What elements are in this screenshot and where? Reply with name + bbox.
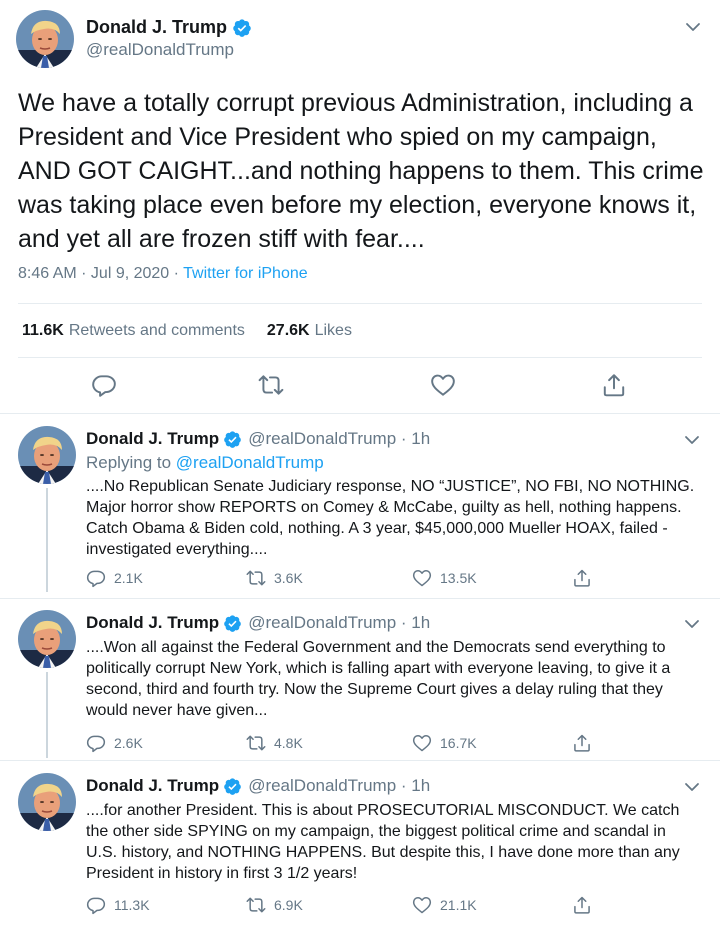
reply-icon xyxy=(86,895,106,915)
author-handle[interactable]: @realDonaldTrump xyxy=(86,40,234,60)
action-bar: 11.3K 6.9K 21.1K xyxy=(86,895,686,917)
author-name[interactable]: Donald J. Trump xyxy=(86,429,219,449)
share-button[interactable] xyxy=(572,568,600,588)
verified-badge-icon xyxy=(223,614,242,633)
heart-icon[interactable] xyxy=(430,372,456,398)
thread-tweet[interactable]: Donald J. Trump @realDonaldTrump · 1h ..… xyxy=(0,610,720,758)
reply-count: 11.3K xyxy=(114,897,150,913)
retweet-icon[interactable] xyxy=(258,372,284,398)
like-count: 21.1K xyxy=(440,897,477,913)
like-count: 13.5K xyxy=(440,570,477,586)
tweet-header: Donald J. Trump @realDonaldTrump · 1h xyxy=(86,429,430,449)
author-name[interactable]: Donald J. Trump xyxy=(86,17,227,38)
thread-connector xyxy=(46,672,48,758)
action-bar: 2.6K 4.8K 16.7K xyxy=(86,733,686,755)
heart-icon xyxy=(412,568,432,588)
divider xyxy=(0,413,720,414)
retweet-count: 3.6K xyxy=(274,570,303,586)
retweet-button[interactable]: 4.8K xyxy=(246,733,303,753)
author-handle[interactable]: @realDonaldTrump · 1h xyxy=(248,429,430,449)
reply-button[interactable]: 2.6K xyxy=(86,733,143,753)
reply-count: 2.1K xyxy=(114,570,143,586)
share-icon xyxy=(572,568,592,588)
tweet-header: Donald J. Trump @realDonaldTrump · 1h xyxy=(86,613,430,633)
retweet-button[interactable]: 3.6K xyxy=(246,568,303,588)
author-name-row: Donald J. Trump xyxy=(86,17,252,38)
divider xyxy=(0,598,720,599)
like-button[interactable]: 21.1K xyxy=(412,895,477,915)
heart-icon xyxy=(412,733,432,753)
share-button[interactable] xyxy=(572,895,600,915)
retweets-count: 11.6K xyxy=(22,322,64,339)
retweets-stat[interactable]: 11.6K Retweets and comments xyxy=(22,322,245,340)
replying-prefix: Replying to xyxy=(86,453,176,472)
retweet-button[interactable]: 6.9K xyxy=(246,895,303,915)
author-handle[interactable]: @realDonaldTrump · 1h xyxy=(248,776,430,796)
main-action-bar xyxy=(0,372,720,402)
author-handle[interactable]: @realDonaldTrump · 1h xyxy=(248,613,430,633)
chevron-down-icon[interactable] xyxy=(684,779,700,795)
action-bar: 2.1K 3.6K 13.5K xyxy=(86,568,686,590)
tweet-timestamp[interactable]: 8:46 AM · Jul 9, 2020 · xyxy=(18,265,183,282)
share-icon xyxy=(572,895,592,915)
chevron-down-icon[interactable] xyxy=(684,432,700,448)
share-icon[interactable] xyxy=(601,372,627,398)
share-button[interactable] xyxy=(572,733,600,753)
reply-icon xyxy=(86,568,106,588)
chevron-down-icon[interactable] xyxy=(684,616,700,632)
retweet-icon xyxy=(246,733,266,753)
thread-tweet[interactable]: Donald J. Trump @realDonaldTrump · 1h ..… xyxy=(0,773,720,923)
likes-count: 27.6K xyxy=(266,322,310,339)
like-count: 16.7K xyxy=(440,735,477,751)
tweet-text: We have a totally corrupt previous Admin… xyxy=(18,89,704,253)
retweet-icon xyxy=(246,568,266,588)
share-icon xyxy=(572,733,592,753)
tweet-text: ....No Republican Senate Judiciary respo… xyxy=(86,478,695,558)
divider xyxy=(0,760,720,761)
tweet-text: ....for another President. This is about… xyxy=(86,802,680,882)
verified-badge-icon xyxy=(232,18,252,38)
replying-to: Replying to @realDonaldTrump xyxy=(86,453,324,473)
tweet-header: Donald J. Trump @realDonaldTrump · 1h xyxy=(86,776,430,796)
retweets-label: Retweets and comments xyxy=(68,322,245,339)
replying-to-link[interactable]: @realDonaldTrump xyxy=(176,453,324,472)
avatar[interactable] xyxy=(18,610,76,668)
heart-icon xyxy=(412,895,432,915)
author-name[interactable]: Donald J. Trump xyxy=(86,613,219,633)
thread-connector xyxy=(46,488,48,592)
thread-tweet[interactable]: Donald J. Trump @realDonaldTrump · 1h Re… xyxy=(0,426,720,592)
author-name[interactable]: Donald J. Trump xyxy=(86,776,219,796)
like-button[interactable]: 13.5K xyxy=(412,568,477,588)
reply-count: 2.6K xyxy=(114,735,143,751)
tweet-source-link[interactable]: Twitter for iPhone xyxy=(183,265,308,282)
avatar[interactable] xyxy=(18,426,76,484)
likes-stat[interactable]: 27.6K Likes xyxy=(267,322,352,340)
retweet-count: 4.8K xyxy=(274,735,303,751)
tweet-text: ....Won all against the Federal Governme… xyxy=(86,639,671,719)
reply-icon[interactable] xyxy=(91,372,117,398)
reply-button[interactable]: 11.3K xyxy=(86,895,150,915)
divider xyxy=(18,303,702,304)
divider xyxy=(18,357,702,358)
likes-label: Likes xyxy=(314,322,352,339)
tweet-stats: 11.6K Retweets and comments 27.6K Likes xyxy=(22,322,374,340)
retweet-icon xyxy=(246,895,266,915)
main-tweet: Donald J. Trump @realDonaldTrump We have… xyxy=(0,0,720,413)
like-button[interactable]: 16.7K xyxy=(412,733,477,753)
chevron-down-icon[interactable] xyxy=(685,19,701,35)
avatar[interactable] xyxy=(18,773,76,831)
reply-icon xyxy=(86,733,106,753)
avatar[interactable] xyxy=(16,10,74,68)
reply-button[interactable]: 2.1K xyxy=(86,568,143,588)
verified-badge-icon xyxy=(223,430,242,449)
verified-badge-icon xyxy=(223,777,242,796)
tweet-meta: 8:46 AM · Jul 9, 2020 · Twitter for iPho… xyxy=(18,265,308,283)
retweet-count: 6.9K xyxy=(274,897,303,913)
